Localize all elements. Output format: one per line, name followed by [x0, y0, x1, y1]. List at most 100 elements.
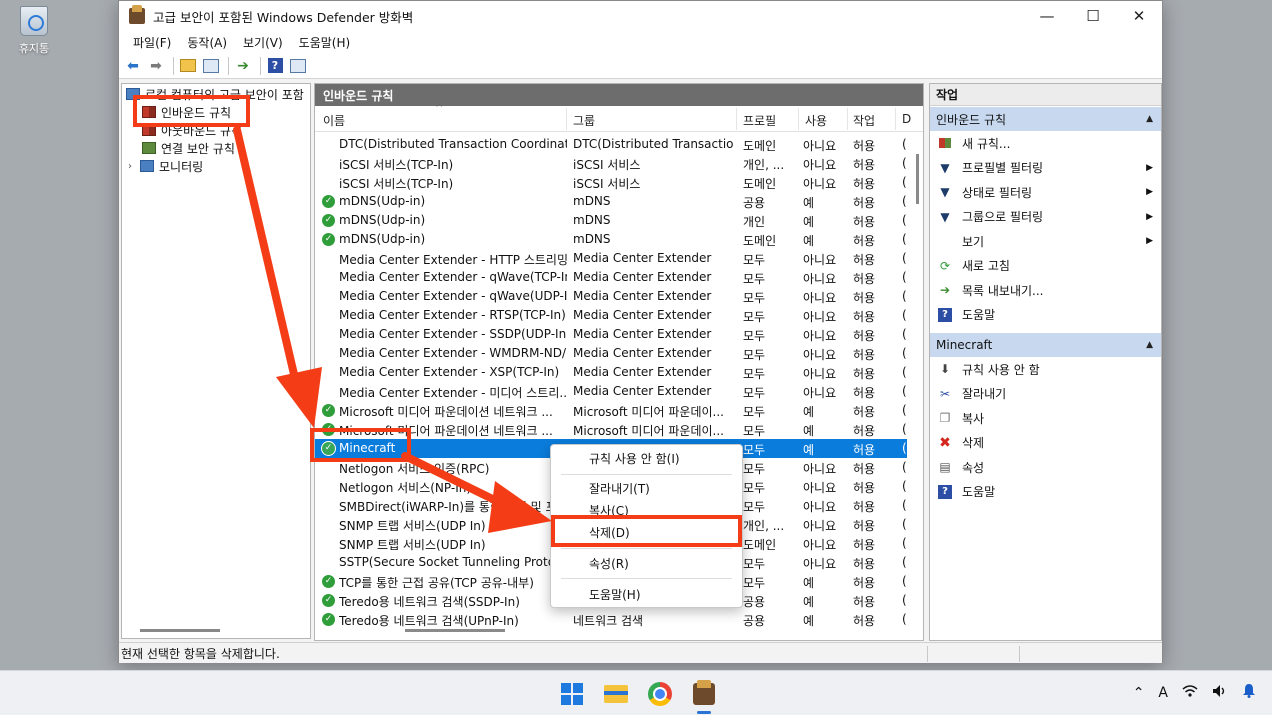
up-folder-icon	[180, 59, 196, 72]
tree-item-inbound[interactable]: 인바운드 규칙	[142, 103, 231, 121]
wifi-icon[interactable]	[1182, 684, 1198, 702]
action-copy[interactable]: ❐ 복사	[930, 406, 1161, 431]
horizontal-scrollbar[interactable]	[140, 629, 220, 632]
firewall-app-icon	[129, 5, 145, 24]
table-row[interactable]: Media Center Extender - XSP(TCP-In) Media…	[315, 363, 907, 382]
horizontal-scrollbar[interactable]	[405, 629, 505, 632]
menu-view[interactable]: 보기(V)	[235, 34, 291, 51]
tree-item-monitoring[interactable]: › 모니터링	[128, 157, 203, 175]
action-pane-toggle-button[interactable]	[288, 56, 308, 76]
rule-override: (	[902, 213, 907, 227]
column-override[interactable]: D	[902, 112, 911, 126]
menu-file[interactable]: 파일(F)	[125, 34, 179, 51]
rule-override: (	[902, 574, 907, 588]
action-filter-profile[interactable]: ▼ 프로필별 필터링 ▶	[930, 156, 1161, 181]
start-button[interactable]	[557, 679, 587, 709]
table-row[interactable]: Media Center Extender - RTSP(TCP-In) Medi…	[315, 306, 907, 325]
back-button[interactable]: ⬅	[123, 56, 143, 76]
table-row[interactable]: Media Center Extender - WMDRM-ND/... Medi…	[315, 344, 907, 363]
column-divider[interactable]	[847, 108, 848, 130]
action-view[interactable]: 보기 ▶	[930, 229, 1161, 254]
column-divider[interactable]	[736, 108, 737, 130]
title-bar[interactable]: 고급 보안이 포함된 Windows Defender 방화벽 — ☐ ✕	[119, 1, 1162, 31]
context-help[interactable]: 도움말(H)	[551, 583, 742, 605]
ime-indicator[interactable]: A	[1158, 685, 1168, 701]
context-properties[interactable]: 속성(R)	[551, 552, 742, 574]
table-row[interactable]: DTC(Distributed Transaction Coordinato..…	[315, 135, 907, 154]
column-name[interactable]: 이름	[323, 112, 345, 129]
table-row[interactable]: Media Center Extender - 미디어 스트리... Media …	[315, 382, 907, 401]
collapse-caret-icon[interactable]: ▲	[1146, 114, 1153, 124]
forward-button[interactable]: ➡	[146, 56, 166, 76]
rule-override: (	[902, 441, 907, 455]
taskbar-defender-firewall[interactable]	[689, 679, 719, 709]
action-export-list[interactable]: ➔ 목록 내보내기...	[930, 278, 1161, 303]
menu-help[interactable]: 도움말(H)	[291, 34, 359, 51]
rule-group: Media Center Extender	[573, 308, 712, 322]
recycle-bin[interactable]: 휴지통	[8, 6, 60, 56]
action-filter-group[interactable]: ▼ 그룹으로 필터링 ▶	[930, 205, 1161, 230]
help-button[interactable]: ?	[265, 56, 285, 76]
taskbar-file-explorer[interactable]	[601, 679, 631, 709]
table-row[interactable]: Media Center Extender - qWave(UDP-In) Med…	[315, 287, 907, 306]
context-disable-rule[interactable]: 규칙 사용 안 함(I)	[551, 447, 742, 469]
toolbar: ⬅ ➡ ➔ ?	[119, 53, 1162, 79]
tree-item-connection-security[interactable]: 연결 보안 규칙	[142, 139, 235, 157]
column-divider[interactable]	[895, 108, 896, 130]
column-enabled[interactable]: 사용	[805, 112, 827, 129]
show-hidden-icons-chevron-icon[interactable]: ⌃	[1133, 685, 1145, 701]
menu-action[interactable]: 동작(A)	[179, 34, 235, 51]
rule-group: Media Center Extender	[573, 365, 712, 379]
action-cut[interactable]: ✂ 잘라내기	[930, 382, 1161, 407]
volume-icon[interactable]	[1212, 684, 1228, 702]
table-row[interactable]: iSCSI 서비스(TCP-In) iSCSI 서비스 개인, ... 아니요 허용 (	[315, 154, 907, 173]
table-row[interactable]: ✓ Microsoft 미디어 파운데이션 네트워크 ... Microsoft 미…	[315, 401, 907, 420]
table-row[interactable]: iSCSI 서비스(TCP-In) iSCSI 서비스 도메인 아니요 허용 (	[315, 173, 907, 192]
column-group[interactable]: 그룹	[573, 112, 595, 129]
collapse-caret-icon[interactable]: ▲	[1146, 340, 1153, 350]
context-copy[interactable]: 복사(C)	[551, 499, 742, 521]
action-disable-rule[interactable]: ⬇ 규칙 사용 안 함	[930, 357, 1161, 382]
action-help[interactable]: ? 도움말	[930, 303, 1161, 328]
rule-profile: 모두	[743, 557, 766, 571]
blank-icon	[938, 234, 952, 248]
column-divider[interactable]	[566, 108, 567, 130]
table-row[interactable]: Media Center Extender - qWave(TCP-In) Med…	[315, 268, 907, 287]
up-folder-button[interactable]	[178, 56, 198, 76]
context-cut[interactable]: 잘라내기(T)	[551, 477, 742, 499]
table-row[interactable]: ✓ mDNS(Udp-in) mDNS 개인 예 허용 (	[315, 211, 907, 230]
maximize-button[interactable]: ☐	[1070, 1, 1116, 31]
action-refresh[interactable]: ⟳ 새로 고침	[930, 254, 1161, 279]
close-button[interactable]: ✕	[1116, 1, 1162, 31]
minimize-button[interactable]: —	[1024, 1, 1070, 31]
column-action[interactable]: 작업	[853, 112, 875, 129]
action-disable-rule-label: 규칙 사용 안 함	[962, 362, 1040, 377]
table-row[interactable]: ✓ mDNS(Udp-in) mDNS 공용 예 허용 (	[315, 192, 907, 211]
rule-action: 허용	[853, 519, 876, 533]
vertical-scrollbar[interactable]	[916, 154, 919, 204]
rule-action: 허용	[853, 614, 876, 628]
properties-icon: ▤	[939, 460, 951, 475]
action-help-2[interactable]: ? 도움말	[930, 480, 1161, 505]
tree-item-outbound[interactable]: 아웃바운드 규칙	[142, 121, 242, 139]
context-delete[interactable]: 삭제(D)	[551, 521, 742, 543]
bell-icon[interactable]	[1242, 683, 1256, 702]
tree-root[interactable]: 로컬 컴퓨터의 고급 보안이 포함	[126, 85, 304, 103]
actions-section-minecraft[interactable]: Minecraft ▲	[930, 333, 1161, 357]
table-row[interactable]: ✓ mDNS(Udp-in) mDNS 도메인 예 허용 (	[315, 230, 907, 249]
export-list-button[interactable]: ➔	[233, 56, 253, 76]
table-row[interactable]: ✓ Teredo용 네트워크 검색(UPnP-In) 네트워크 검색 공용 예 허용 (	[315, 610, 907, 629]
column-divider[interactable]	[798, 108, 799, 130]
show-hide-tree-button[interactable]	[201, 56, 221, 76]
table-row[interactable]: Media Center Extender - SSDP(UDP-In) Medi…	[315, 325, 907, 344]
taskbar-chrome[interactable]	[645, 679, 675, 709]
actions-section-inbound[interactable]: 인바운드 규칙 ▲	[930, 107, 1161, 131]
expand-chevron-icon[interactable]: ›	[128, 161, 140, 172]
table-row[interactable]: ✓ Microsoft 미디어 파운데이션 네트워크 ... Microsoft 미…	[315, 420, 907, 439]
column-profile[interactable]: 프로필	[743, 112, 776, 129]
action-filter-state[interactable]: ▼ 상태로 필터링 ▶	[930, 180, 1161, 205]
action-properties[interactable]: ▤ 속성	[930, 455, 1161, 480]
table-row[interactable]: Media Center Extender - HTTP 스트리밍... Medi…	[315, 249, 907, 268]
action-new-rule[interactable]: 새 규칙...	[930, 131, 1161, 156]
action-delete[interactable]: ✖ 삭제	[930, 431, 1161, 456]
